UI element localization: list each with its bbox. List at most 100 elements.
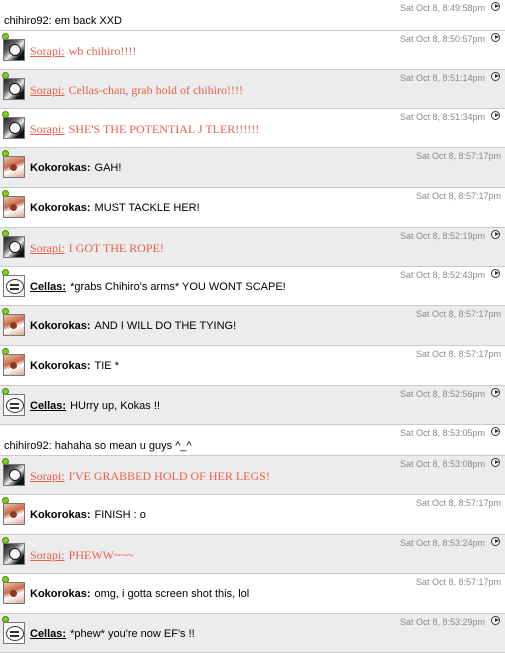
message-body: Cellas: *phew* you're now EF's !! [30,628,195,640]
message-text: omg, i gotta screen shot this, lol [94,588,250,600]
message-body: Kokorokas: MUST TACKLE HER! [30,202,200,214]
avatar[interactable] [3,582,25,604]
message-timestamp: Sat Oct 8, 8:57:17pm [415,577,501,587]
avatar[interactable] [3,196,25,218]
chat-message-row: Sat Oct 8, 8:57:17pm Kokorokas: FINISH : o [0,495,505,535]
sender-name-link[interactable]: Sorapi: [30,548,65,562]
message-text: HUrry up, Kokas !! [70,400,160,412]
play-icon[interactable] [491,2,500,11]
message-text: *grabs Chihiro's arms* YOU WONT SCAPE! [70,281,286,293]
avatar[interactable] [3,275,25,297]
message-timestamp: Sat Oct 8, 8:53:24pm [399,538,485,548]
chat-message-row: Sat Oct 8, 8:57:17pm Kokorokas: AND I WILL… [0,306,505,346]
play-icon[interactable] [491,72,500,81]
message-text: I GOT THE ROPE! [68,241,164,255]
sender-name-link[interactable]: Sorapi: [30,122,65,136]
chat-message-row: Sat Oct 8, 8:57:17pm Kokorokas: TIE * [0,346,505,386]
chat-message-row: Sat Oct 8, 8:49:58pm chihiro92: em back X… [0,0,505,31]
sender-name-link[interactable]: Sorapi: [30,241,65,255]
message-timestamp: Sat Oct 8, 8:53:05pm [399,428,485,438]
chat-message-row: Sat Oct 8, 8:53:24pm Sorapi: PHEWW~~~ [0,535,505,574]
avatar[interactable] [3,78,25,100]
avatar[interactable] [3,236,25,258]
message-text: TIE * [94,360,119,372]
sender-name-link[interactable]: Cellas: [30,281,66,293]
sender-name-link[interactable]: Cellas: [30,400,66,412]
message-text: FINISH : o [94,509,146,521]
chat-message-row: Sat Oct 8, 8:57:17pm Kokorokas: omg, i got… [0,574,505,614]
message-text: I'VE GRABBED HOLD OF HER LEGS! [68,469,270,483]
play-icon[interactable] [491,427,500,436]
message-body: Kokorokas: omg, i gotta screen shot this,… [30,588,249,600]
play-icon[interactable] [491,269,500,278]
message-timestamp: Sat Oct 8, 8:57:17pm [415,349,501,359]
message-timestamp: Sat Oct 8, 8:57:17pm [415,151,501,161]
sender-name-link: Kokorokas: [30,162,91,174]
sender-name-link[interactable]: Cellas: [30,628,66,640]
message-body: Cellas: HUrry up, Kokas !! [30,400,160,412]
chat-message-row: Sat Oct 8, 8:57:17pm Kokorokas: MUST TACKL… [0,188,505,228]
message-body: Sorapi: I'VE GRABBED HOLD OF HER LEGS! [30,469,270,484]
chat-message-row: Sat Oct 8, 8:53:08pm Sorapi: I'VE GRABBED … [0,456,505,495]
chat-message-row: Sat Oct 8, 8:52:43pm Cellas: *grabs Chihir… [0,267,505,306]
message-timestamp: Sat Oct 8, 8:57:17pm [415,309,501,319]
chat-message-row: Sat Oct 8, 8:57:17pm Kokorokas: GAH! [0,148,505,188]
sender-name-link: Kokorokas: [30,320,91,332]
message-body: Sorapi: PHEWW~~~ [30,548,133,563]
chat-message-row: Sat Oct 8, 8:50:57pm Sorapi: wb chihiro!!!… [0,31,505,70]
message-timestamp: Sat Oct 8, 8:49:58pm [399,3,485,13]
message-text: MUST TACKLE HER! [94,202,200,214]
message-body: Sorapi: wb chihiro!!!! [30,44,136,59]
message-body: Kokorokas: AND I WILL DO THE TYING! [30,320,236,332]
message-body: Kokorokas: GAH! [30,162,121,174]
avatar[interactable] [3,464,25,486]
sender-name-link: Kokorokas: [30,588,91,600]
message-body: Sorapi: Cellas-chan, grab hold of chihiro… [30,83,243,98]
chat-message-row: Sat Oct 8, 8:51:14pm Sorapi: Cellas-chan, … [0,70,505,109]
system-message-text: chihiro92: em back XXD [4,15,122,27]
message-timestamp: Sat Oct 8, 8:52:19pm [399,231,485,241]
chat-message-row: Sat Oct 8, 8:51:34pm Sorapi: SHE'S THE POT… [0,109,505,148]
play-icon[interactable] [491,230,500,239]
play-icon[interactable] [491,33,500,42]
sender-name-link[interactable]: Sorapi: [30,469,65,483]
message-body: Cellas: *grabs Chihiro's arms* YOU WONT S… [30,281,286,293]
message-text: GAH! [94,162,122,174]
chat-message-row: Sat Oct 8, 8:52:56pm Cellas: HUrry up, Kok… [0,386,505,425]
avatar[interactable] [3,394,25,416]
message-timestamp: Sat Oct 8, 8:51:34pm [399,112,485,122]
message-text: wb chihiro!!!! [68,44,137,58]
message-text: SHE'S THE POTENTIAL J TLER!!!!!! [68,122,260,136]
message-body: Sorapi: SHE'S THE POTENTIAL J TLER!!!!!! [30,122,259,137]
avatar[interactable] [3,622,25,644]
play-icon[interactable] [491,616,500,625]
sender-name-link[interactable]: Sorapi: [30,44,65,58]
play-icon[interactable] [491,111,500,120]
sender-name-link[interactable]: Sorapi: [30,83,65,97]
play-icon[interactable] [491,537,500,546]
message-body: Kokorokas: TIE * [30,360,119,372]
message-timestamp: Sat Oct 8, 8:50:57pm [399,34,485,44]
avatar[interactable] [3,354,25,376]
message-text: Cellas-chan, grab hold of chihiro!!!! [68,83,243,97]
avatar[interactable] [3,314,25,336]
avatar[interactable] [3,39,25,61]
avatar[interactable] [3,156,25,178]
message-body: Sorapi: I GOT THE ROPE! [30,241,164,256]
play-icon[interactable] [491,458,500,467]
sender-name-link: Kokorokas: [30,360,91,372]
avatar[interactable] [3,503,25,525]
message-text: *phew* you're now EF's !! [70,628,195,640]
chat-message-row: Sat Oct 8, 8:52:19pm Sorapi: I GOT THE ROP… [0,228,505,267]
sender-name-link: Kokorokas: [30,509,91,521]
chat-message-row: Sat Oct 8, 8:53:05pm chihiro92: hahaha so… [0,425,505,456]
avatar[interactable] [3,117,25,139]
avatar[interactable] [3,543,25,565]
message-timestamp: Sat Oct 8, 8:57:17pm [415,191,501,201]
play-icon[interactable] [491,388,500,397]
chat-message-row: Sat Oct 8, 8:53:29pm Cellas: *phew* you're… [0,614,505,653]
chat-log: Sat Oct 8, 8:49:58pm chihiro92: em back X… [0,0,505,653]
message-timestamp: Sat Oct 8, 8:53:29pm [399,617,485,627]
sender-name-link: Kokorokas: [30,202,91,214]
message-timestamp: Sat Oct 8, 8:52:56pm [399,389,485,399]
